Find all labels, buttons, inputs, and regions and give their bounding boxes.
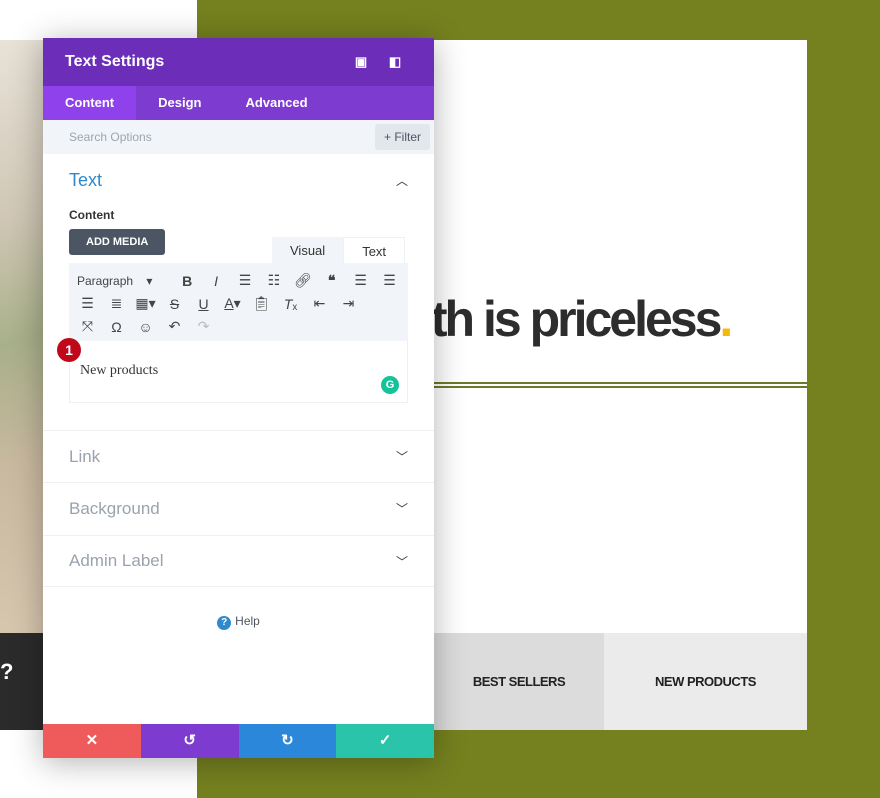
redo-icon[interactable]: ↷ (189, 318, 218, 335)
align-left-icon[interactable]: ☰ (346, 272, 375, 289)
add-media-button[interactable]: ADD MEDIA (69, 229, 166, 255)
emoji-icon[interactable]: ☺ (131, 319, 160, 335)
help-icon: ? (217, 616, 232, 630)
chevron-down-icon: ﹀ (395, 502, 408, 516)
chevron-down-icon: ﹀ (395, 554, 408, 569)
fullscreen-icon[interactable]: ⤧ (73, 318, 102, 335)
headline-text: lth is priceless (420, 291, 722, 347)
search-bar: Search Options + Filter (43, 120, 434, 154)
headline: lth is priceless. (420, 290, 733, 348)
align-center-icon[interactable]: ☰ (375, 272, 404, 289)
step-badge: 1 (57, 338, 81, 362)
section-link-title: Link (69, 446, 101, 466)
outdent-icon[interactable]: ⇤ (305, 295, 334, 312)
dark-bar-text: ? (0, 659, 14, 684)
numbered-list-icon[interactable]: ☷ (259, 272, 288, 289)
divider-lines (420, 382, 807, 388)
tab-advanced[interactable]: Advanced (223, 86, 329, 120)
redo-button[interactable]: ↻ (238, 724, 337, 758)
section-background[interactable]: Background ﹀ (43, 482, 434, 534)
content-label: Content (69, 208, 115, 222)
link-icon[interactable]: 🔗︎ (288, 272, 317, 289)
blockquote-icon[interactable]: ❝ (317, 272, 346, 289)
section-admin-label[interactable]: Admin Label ﹀ (43, 535, 434, 587)
save-button[interactable]: ✓ (336, 724, 434, 758)
indent-icon[interactable]: ⇥ (334, 295, 363, 312)
text-color-icon[interactable]: A▾ (218, 295, 247, 312)
format-select[interactable]: Paragraph ▾ (73, 274, 173, 288)
text-section-title: Text (69, 169, 103, 190)
help-label: Help (235, 614, 260, 628)
tab-visual[interactable]: Visual (272, 237, 344, 263)
panel-tabs: Content Design Advanced (43, 86, 434, 120)
section-admin-label-title: Admin Label (69, 551, 164, 570)
expand-icon[interactable]: ▣ (344, 54, 378, 70)
italic-icon[interactable]: I (202, 273, 231, 289)
editor-mode-tabs: Visual Text (272, 237, 406, 263)
tab-text[interactable]: Text (343, 237, 406, 263)
chevron-down-icon: ﹀ (395, 450, 408, 464)
text-settings-panel: Text Settings ▣ ◧ Content Design Advance… (43, 38, 434, 758)
format-select-value: Paragraph (77, 273, 134, 288)
cancel-button[interactable]: ✕ (43, 724, 141, 758)
panel-header: Text Settings ▣ ◧ (43, 38, 434, 86)
undo-button[interactable]: ↺ (140, 724, 239, 758)
headline-dot: . (719, 291, 733, 347)
strikethrough-icon[interactable]: S (160, 296, 189, 312)
undo-icon[interactable]: ↶ (160, 318, 189, 335)
align-right-icon[interactable]: ☰ (73, 295, 102, 312)
chevron-up-icon: ︿ (395, 173, 408, 188)
search-input[interactable]: Search Options (69, 130, 375, 144)
tab-content[interactable]: Content (43, 86, 137, 120)
tab-design[interactable]: Design (136, 86, 223, 120)
editor-toolbar: Paragraph ▾ B I ☰ ☷ 🔗︎ ❝ ☰ ☰ ☰ ≣ ▦▾ S U … (69, 263, 408, 341)
clear-format-icon[interactable]: Tₓ (276, 296, 305, 312)
table-icon[interactable]: ▦▾ (131, 295, 160, 312)
justify-icon[interactable]: ≣ (102, 295, 131, 312)
bullet-list-icon[interactable]: ☰ (231, 272, 260, 289)
text-section-header[interactable]: Text ︿ (69, 154, 408, 206)
help-link[interactable]: ? Help (43, 614, 434, 630)
content-editor[interactable]: New products G (69, 341, 408, 403)
panel-footer: ✕ ↺ ↻ ✓ (43, 724, 434, 758)
sidebar-icon[interactable]: ◧ (378, 54, 412, 70)
grammarly-icon[interactable]: G (381, 376, 399, 394)
section-link[interactable]: Link ﹀ (43, 430, 434, 482)
tab-new-products[interactable]: NEW PRODUCTS (604, 633, 807, 730)
paste-text-icon[interactable]: 📋︎ (247, 295, 276, 312)
section-background-title: Background (69, 498, 160, 518)
panel-title: Text Settings (65, 53, 165, 70)
tab-best-sellers[interactable]: BEST SELLERS (420, 633, 604, 730)
filter-button[interactable]: + Filter (374, 124, 430, 150)
bold-icon[interactable]: B (173, 273, 202, 289)
editor-content: New products (80, 363, 159, 378)
underline-icon[interactable]: U (189, 296, 218, 312)
special-char-icon[interactable]: Ω (102, 319, 131, 335)
